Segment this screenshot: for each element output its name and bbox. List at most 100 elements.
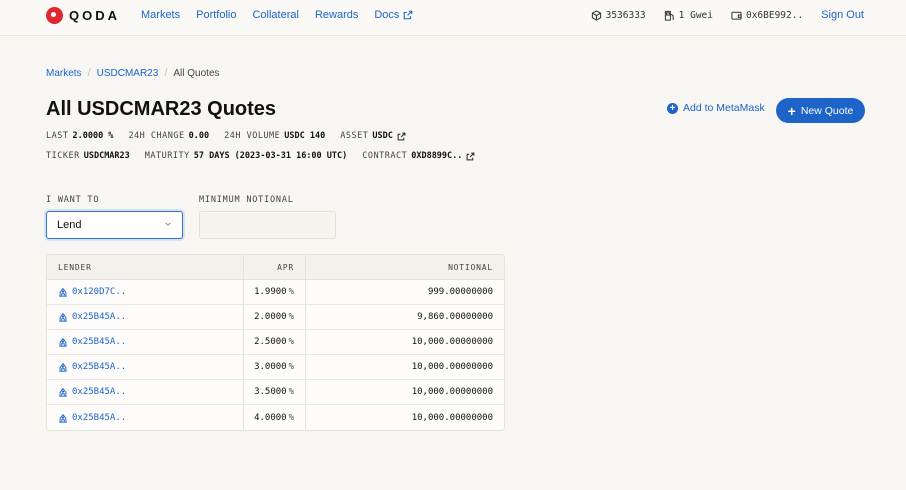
lender-cell: 0x25B45A.. — [47, 405, 244, 430]
plus-circle-icon: + — [667, 102, 678, 114]
stat-last: LAST 2.0000 % — [46, 131, 113, 141]
market-stats-row-1: LAST 2.0000 % 24H CHANGE 0.00 24H VOLUME… — [46, 131, 406, 141]
table-row[interactable]: 0x120D7C.. 1.9900% 999.00000000 — [47, 280, 504, 305]
stat-24h-change: 24H CHANGE 0.00 — [128, 131, 209, 141]
notional-value: 10,000.00000000 — [411, 362, 493, 372]
breadcrumb-market[interactable]: USDCMAR23 — [97, 68, 159, 79]
apr-value: 3.0000 — [254, 362, 287, 372]
plus-icon: + — [787, 102, 796, 119]
breadcrumb-markets[interactable]: Markets — [46, 68, 82, 79]
lender-icon — [59, 413, 67, 423]
lender-link[interactable]: 0x120D7C.. — [58, 287, 126, 297]
nav-link-docs[interactable]: Docs — [374, 9, 413, 21]
lender-cell: 0x25B45A.. — [47, 330, 244, 354]
breadcrumb-separator: / — [164, 67, 168, 79]
gas-price: 1 Gwei — [664, 10, 713, 21]
gas-pump-icon — [664, 10, 675, 21]
wallet-icon — [731, 10, 742, 21]
notional-cell: 10,000.00000000 — [306, 405, 504, 430]
stat-maturity-value: 57 DAYS (2023-03-31 16:00 UTC) — [193, 151, 348, 161]
lender-link[interactable]: 0x25B45A.. — [58, 312, 126, 322]
cube-icon — [591, 9, 602, 21]
table-row[interactable]: 0x25B45A.. 2.0000% 9,860.00000000 — [47, 305, 504, 330]
lender-link[interactable]: 0x25B45A.. — [58, 362, 126, 372]
notional-cell: 10,000.00000000 — [306, 355, 504, 379]
market-stats-row-2: TICKER USDCMAR23 MATURITY 57 DAYS (2023-… — [46, 151, 475, 161]
external-link-icon[interactable] — [397, 132, 406, 141]
table-row[interactable]: 0x25B45A.. 4.0000% 10,000.00000000 — [47, 405, 504, 430]
nav-link-rewards[interactable]: Rewards — [315, 9, 358, 21]
lender-address: 0x25B45A.. — [72, 412, 127, 423]
notional-cell: 999.00000000 — [306, 280, 504, 304]
table-row[interactable]: 0x25B45A.. 3.0000% 10,000.00000000 — [47, 355, 504, 380]
external-link-icon — [403, 10, 413, 20]
minimum-notional-input[interactable] — [199, 211, 336, 239]
apr-unit: % — [288, 337, 294, 347]
external-link-icon[interactable] — [466, 152, 475, 161]
qoda-logo[interactable]: QODA — [46, 6, 120, 24]
logo-mark-icon — [46, 6, 63, 24]
notional-cell: 9,860.00000000 — [306, 305, 504, 329]
stat-last-label: LAST — [46, 131, 69, 141]
nav-status: 3536333 1 Gwei 0x6BE992.. Sign Out — [591, 9, 864, 21]
table-body: 0x120D7C.. 1.9900% 999.00000000 0x25B45A… — [47, 280, 504, 430]
stat-contract[interactable]: CONTRACT 0XD8899C.. — [362, 151, 475, 161]
nav-link-collateral[interactable]: Collateral — [252, 9, 298, 21]
lender-icon — [59, 337, 67, 347]
stat-ticker: TICKER USDCMAR23 — [46, 151, 130, 161]
new-quote-button[interactable]: + New Quote — [776, 98, 865, 123]
apr-cell: 2.5000% — [244, 330, 306, 354]
sign-out-link[interactable]: Sign Out — [821, 9, 864, 21]
notional-value: 10,000.00000000 — [411, 387, 493, 397]
column-header-notional: NOTIONAL — [448, 262, 493, 272]
lender-link[interactable]: 0x25B45A.. — [58, 413, 126, 423]
lender-address: 0x25B45A.. — [72, 337, 127, 347]
nav-link-docs-label: Docs — [374, 9, 400, 21]
stat-asset[interactable]: ASSET USDC — [340, 131, 406, 141]
apr-cell: 2.0000% — [244, 305, 306, 329]
wallet-address[interactable]: 0x6BE992.. — [731, 10, 803, 21]
column-header-lender: LENDER — [47, 255, 244, 279]
apr-value: 2.5000 — [254, 337, 287, 347]
stat-volume-value: USDC 140 — [284, 131, 326, 141]
minimum-notional-label: MINIMUM NOTIONAL — [199, 195, 294, 205]
apr-cell: 1.9900% — [244, 280, 306, 304]
quotes-table: LENDER APR NOTIONAL 0x120D7C.. 1.9900% 9… — [46, 254, 505, 431]
nav-link-portfolio[interactable]: Portfolio — [196, 9, 236, 21]
top-nav: QODA Markets Portfolio Collateral Reward… — [0, 0, 906, 36]
stat-contract-value: 0XD8899C.. — [411, 151, 463, 161]
side-select[interactable]: Lend — [46, 211, 183, 239]
block-number-value: 3536333 — [605, 9, 646, 21]
stat-last-value: 2.0000 % — [72, 131, 114, 141]
table-row[interactable]: 0x25B45A.. 3.5000% 10,000.00000000 — [47, 380, 504, 405]
stat-contract-label: CONTRACT — [362, 151, 408, 161]
page-title: All USDCMAR23 Quotes — [46, 98, 277, 120]
lender-icon — [59, 312, 67, 322]
apr-unit: % — [288, 412, 294, 423]
notional-value: 10,000.00000000 — [411, 412, 493, 423]
stat-24h-volume: 24H VOLUME USDC 140 — [224, 131, 325, 141]
apr-cell: 3.5000% — [244, 380, 306, 404]
apr-unit: % — [288, 362, 294, 372]
breadcrumb-separator: / — [87, 67, 91, 79]
apr-value: 2.0000 — [254, 312, 287, 322]
chevron-down-icon — [165, 222, 171, 226]
table-row[interactable]: 0x25B45A.. 2.5000% 10,000.00000000 — [47, 330, 504, 355]
add-to-metamask-button[interactable]: + Add to MetaMask — [667, 102, 765, 114]
gas-price-value: 1 Gwei — [678, 9, 713, 21]
lender-link[interactable]: 0x25B45A.. — [58, 387, 126, 397]
stat-change-value: 0.00 — [188, 131, 210, 141]
notional-value: 10,000.00000000 — [411, 337, 493, 347]
lender-icon — [59, 387, 67, 397]
notional-value: 999.00000000 — [427, 287, 493, 297]
lender-cell: 0x25B45A.. — [47, 305, 244, 329]
nav-link-markets[interactable]: Markets — [141, 9, 180, 21]
breadcrumb: Markets / USDCMAR23 / All Quotes — [46, 67, 220, 79]
apr-value: 4.0000 — [254, 412, 287, 423]
stat-ticker-value: USDCMAR23 — [83, 151, 130, 161]
apr-unit: % — [288, 387, 294, 397]
stat-maturity: MATURITY 57 DAYS (2023-03-31 16:00 UTC) — [145, 151, 347, 161]
lender-link[interactable]: 0x25B45A.. — [58, 337, 126, 347]
column-header-apr: APR — [244, 255, 306, 279]
stat-change-label: 24H CHANGE — [128, 131, 185, 141]
